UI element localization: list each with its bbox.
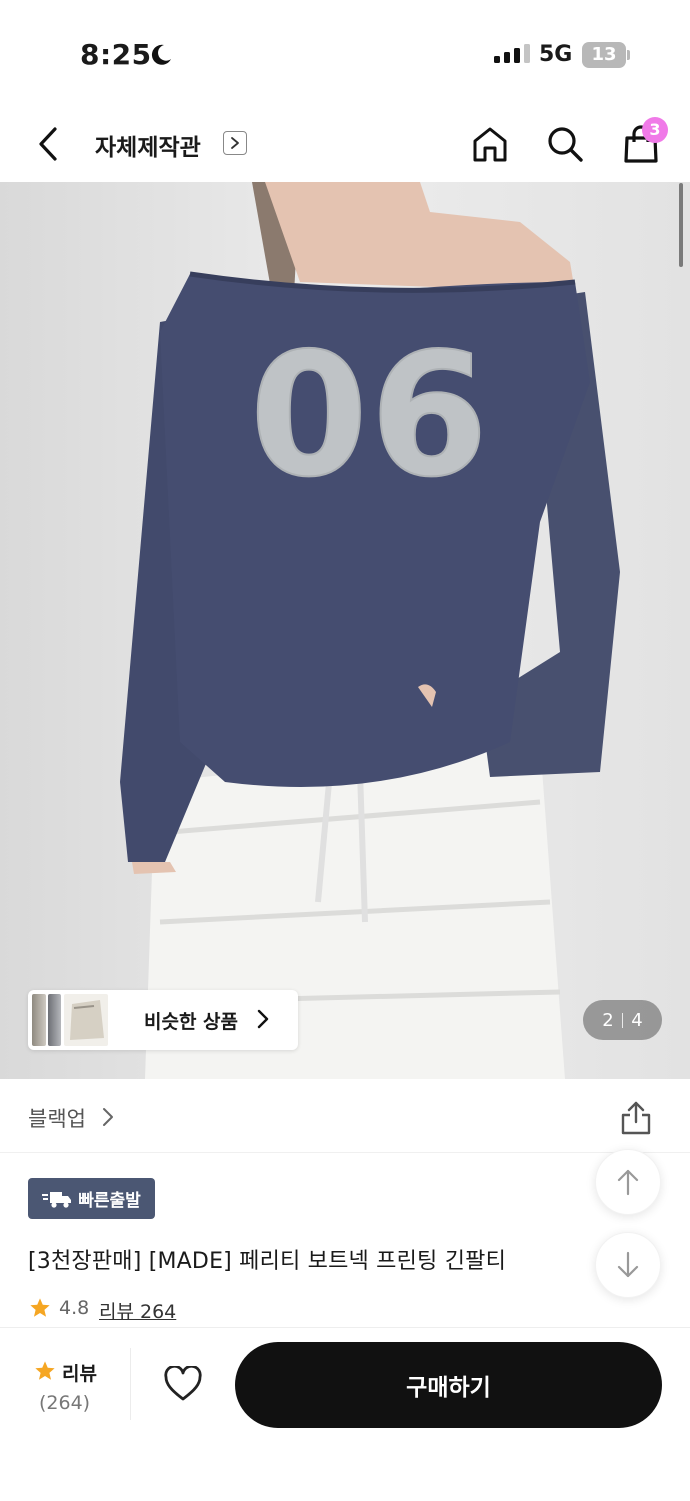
- home-icon: [473, 127, 507, 162]
- arrow-down-icon: [617, 1251, 639, 1278]
- similar-products-button[interactable]: 비슷한 상품: [28, 990, 298, 1050]
- truck-icon: [42, 1191, 72, 1208]
- share-button[interactable]: [614, 1096, 658, 1140]
- like-button[interactable]: [160, 1361, 206, 1407]
- star-icon: [34, 1360, 56, 1386]
- rating-value: 4.8: [59, 1297, 90, 1319]
- scroll-bottom-button[interactable]: [595, 1232, 661, 1298]
- arrow-up-icon: [617, 1169, 639, 1196]
- home-button[interactable]: [468, 122, 512, 166]
- similar-thumbnail: [64, 994, 108, 1046]
- chevron-right-icon: [256, 1008, 270, 1034]
- buy-button[interactable]: 구매하기: [235, 1342, 662, 1428]
- scroll-top-button[interactable]: [595, 1149, 661, 1215]
- pager-divider: [621, 1012, 624, 1028]
- similar-thumbnail: [48, 994, 61, 1046]
- product-title: [3천장판매] [MADE] 페리티 보트넥 프린팅 긴팔티: [28, 1249, 507, 1274]
- divider: [130, 1348, 131, 1420]
- image-pager: 2 4: [583, 1000, 662, 1040]
- bottom-review-label[interactable]: 리뷰: [62, 1359, 97, 1386]
- divider: [0, 1152, 690, 1153]
- pager-total: 4: [631, 1009, 643, 1031]
- product-image[interactable]: 06: [0, 182, 690, 1079]
- product-photo-illustration: 06: [0, 182, 690, 1079]
- store-chevron-icon[interactable]: [223, 131, 247, 155]
- similar-thumbnail: [32, 994, 46, 1046]
- brand-link[interactable]: 블랙업: [28, 1103, 86, 1133]
- status-time: 8:25: [80, 38, 152, 71]
- network-type: 5G: [539, 42, 573, 67]
- review-link[interactable]: 리뷰 264: [99, 1297, 176, 1324]
- moon-icon: [148, 42, 174, 72]
- back-button[interactable]: [28, 122, 68, 166]
- bottom-review-count[interactable]: (264): [39, 1392, 90, 1414]
- store-name[interactable]: 자체제작관: [95, 128, 201, 162]
- similar-products-label: 비슷한 상품: [144, 1011, 239, 1033]
- fast-shipping-badge: 빠른출발: [28, 1178, 155, 1219]
- search-icon: [548, 127, 583, 162]
- star-icon: [29, 1297, 51, 1323]
- shirt-print-text: 06: [250, 317, 491, 515]
- chevron-left-icon: [39, 127, 57, 161]
- cart-count-badge: 3: [642, 117, 668, 143]
- chevron-right-icon: [102, 1107, 114, 1131]
- scroll-indicator: [679, 183, 683, 267]
- signal-icon: [494, 44, 530, 63]
- search-button[interactable]: [543, 122, 587, 166]
- battery-icon: 13: [582, 42, 630, 68]
- share-icon: [621, 1101, 651, 1135]
- fast-shipping-label: 빠른출발: [78, 1191, 141, 1211]
- heart-icon: [164, 1366, 202, 1401]
- pager-current: 2: [602, 1009, 614, 1031]
